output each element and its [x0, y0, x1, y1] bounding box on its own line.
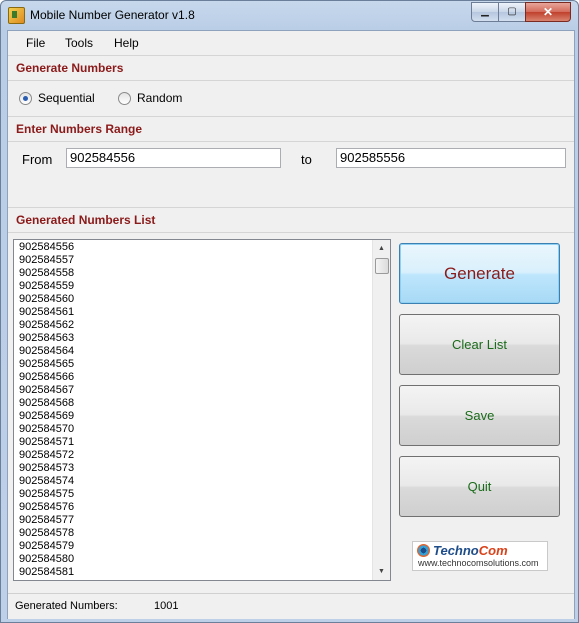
- list-item[interactable]: 902584559: [19, 280, 74, 293]
- close-button[interactable]: ✕: [525, 2, 571, 22]
- from-label: From: [22, 152, 53, 167]
- list-item[interactable]: 902584561: [19, 306, 74, 319]
- logo-brand: TechnoCom: [433, 543, 508, 558]
- scroll-up-icon[interactable]: ▲: [373, 240, 390, 257]
- generated-count-label: Generated Numbers:: [15, 600, 118, 612]
- scroll-thumb[interactable]: [375, 258, 389, 274]
- list-item[interactable]: 902584579: [19, 540, 74, 553]
- status-bar: Generated Numbers: 1001: [8, 593, 574, 619]
- app-icon: [8, 7, 25, 24]
- technocom-logo[interactable]: TechnoCom www.technocomsolutions.com: [412, 541, 548, 571]
- radio-selected-indicator: [19, 92, 32, 105]
- window-title: Mobile Number Generator v1.8: [30, 8, 195, 22]
- radio-unselected-indicator: [118, 92, 131, 105]
- scroll-down-icon[interactable]: ▼: [373, 563, 390, 580]
- to-input[interactable]: 902585556: [336, 148, 566, 168]
- list-scrollbar[interactable]: ▲ ▼: [372, 240, 390, 580]
- list-item[interactable]: 902584572: [19, 449, 74, 462]
- app-window: Mobile Number Generator v1.8 ▁ ▢ ✕ File …: [0, 0, 579, 623]
- list-item[interactable]: 902584567: [19, 384, 74, 397]
- generate-button[interactable]: Generate: [399, 243, 560, 304]
- generated-list-label: Generated Numbers List: [16, 213, 156, 227]
- maximize-button[interactable]: ▢: [498, 2, 526, 22]
- list-items: 902584556 902584557 902584558 902584559 9025…: [19, 241, 74, 579]
- logo-brand-techno: Techno: [433, 543, 479, 558]
- from-input[interactable]: 902584556: [66, 148, 281, 168]
- sequential-label: Sequential: [38, 91, 95, 105]
- list-item[interactable]: 902584566: [19, 371, 74, 384]
- list-item[interactable]: 902584578: [19, 527, 74, 540]
- list-item[interactable]: 902584576: [19, 501, 74, 514]
- list-item[interactable]: 902584575: [19, 488, 74, 501]
- list-item[interactable]: 902584565: [19, 358, 74, 371]
- list-item[interactable]: 902584563: [19, 332, 74, 345]
- list-item[interactable]: 902584557: [19, 254, 74, 267]
- list-item[interactable]: 902584573: [19, 462, 74, 475]
- generated-list-header: Generated Numbers List: [8, 207, 574, 233]
- generate-numbers-header: Generate Numbers: [8, 55, 574, 81]
- menu-file[interactable]: File: [26, 36, 45, 50]
- list-item[interactable]: 902584558: [19, 267, 74, 280]
- clear-list-button[interactable]: Clear List: [399, 314, 560, 375]
- numbers-range-label: Enter Numbers Range: [16, 122, 143, 136]
- list-item[interactable]: 902584562: [19, 319, 74, 332]
- list-item[interactable]: 902584569: [19, 410, 74, 423]
- generated-numbers-list[interactable]: 902584556 902584557 902584558 902584559 9025…: [13, 239, 391, 581]
- list-item[interactable]: 902584570: [19, 423, 74, 436]
- menu-help[interactable]: Help: [114, 36, 139, 50]
- list-item[interactable]: 902584556: [19, 241, 74, 254]
- list-item[interactable]: 902584564: [19, 345, 74, 358]
- random-label: Random: [137, 91, 183, 105]
- save-button[interactable]: Save: [399, 385, 560, 446]
- client-area: File Tools Help Generate Numbers Sequent…: [7, 30, 575, 619]
- list-item[interactable]: 902584580: [19, 553, 74, 566]
- numbers-range-header: Enter Numbers Range: [8, 116, 574, 142]
- generated-count-value: 1001: [154, 600, 179, 612]
- title-bar[interactable]: Mobile Number Generator v1.8 ▁ ▢ ✕: [1, 1, 578, 29]
- quit-button[interactable]: Quit: [399, 456, 560, 517]
- menu-bar: File Tools Help: [8, 31, 574, 55]
- technocom-logo-icon: [417, 544, 430, 557]
- logo-brand-com: Com: [478, 543, 508, 558]
- list-item[interactable]: 902584568: [19, 397, 74, 410]
- list-item[interactable]: 902584577: [19, 514, 74, 527]
- menu-tools[interactable]: Tools: [65, 36, 93, 50]
- logo-url: www.technocomsolutions.com: [418, 558, 539, 568]
- list-item[interactable]: 902584560: [19, 293, 74, 306]
- to-label: to: [301, 152, 312, 167]
- generate-numbers-label: Generate Numbers: [16, 61, 124, 75]
- minimize-button[interactable]: ▁: [471, 2, 499, 22]
- list-item[interactable]: 902584581: [19, 566, 74, 579]
- list-item[interactable]: 902584571: [19, 436, 74, 449]
- list-item[interactable]: 902584574: [19, 475, 74, 488]
